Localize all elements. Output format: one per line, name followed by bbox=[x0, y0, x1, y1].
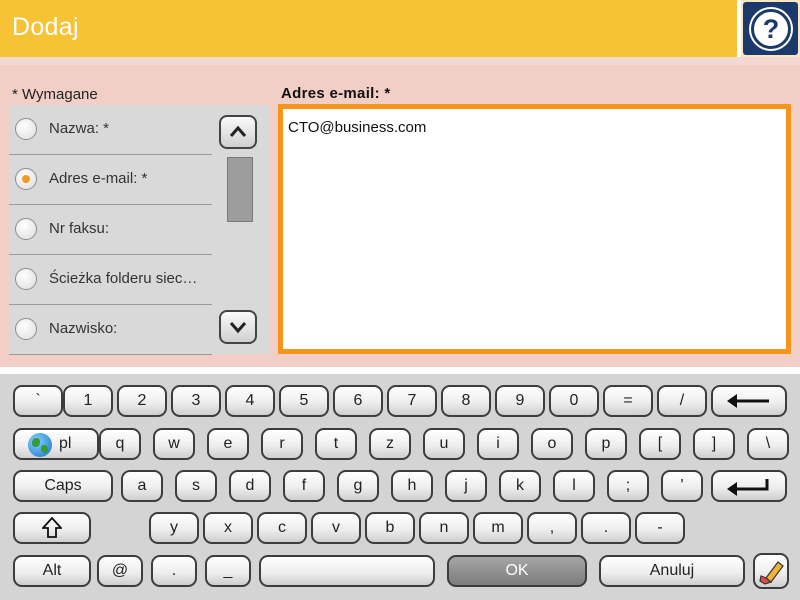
radio-button[interactable] bbox=[15, 268, 37, 290]
key-apostrophe[interactable]: ' bbox=[661, 470, 703, 502]
key-right-bracket[interactable]: ] bbox=[693, 428, 735, 460]
key-u[interactable]: u bbox=[423, 428, 465, 460]
key-a[interactable]: a bbox=[121, 470, 163, 502]
key-r[interactable]: r bbox=[261, 428, 303, 460]
globe-icon bbox=[28, 433, 52, 457]
key-backtick[interactable]: ` bbox=[13, 385, 63, 417]
key-comma[interactable]: , bbox=[527, 512, 577, 544]
scroll-up-icon bbox=[229, 125, 247, 137]
scroll-down-button[interactable] bbox=[219, 310, 257, 344]
key-v[interactable]: v bbox=[311, 512, 361, 544]
key-d[interactable]: d bbox=[229, 470, 271, 502]
key-0[interactable]: 0 bbox=[549, 385, 599, 417]
clear-button[interactable] bbox=[753, 553, 789, 589]
radio-button[interactable] bbox=[15, 118, 37, 140]
backspace-icon bbox=[727, 394, 769, 408]
key-j[interactable]: j bbox=[445, 470, 487, 502]
key-semicolon[interactable]: ; bbox=[607, 470, 649, 502]
radio-button-selected[interactable] bbox=[15, 168, 37, 190]
key-4[interactable]: 4 bbox=[225, 385, 275, 417]
list-item-email[interactable]: Adres e-mail: * bbox=[9, 155, 212, 205]
key-z[interactable]: z bbox=[369, 428, 411, 460]
backspace-key[interactable] bbox=[711, 385, 787, 417]
key-b[interactable]: b bbox=[365, 512, 415, 544]
list-item-label: Nr faksu: bbox=[49, 220, 110, 237]
caps-lock-key[interactable]: Caps bbox=[13, 470, 113, 502]
key-l[interactable]: l bbox=[553, 470, 595, 502]
space-key[interactable] bbox=[259, 555, 435, 587]
scroll-up-button[interactable] bbox=[219, 115, 257, 149]
key-at[interactable]: @ bbox=[97, 555, 143, 587]
key-2[interactable]: 2 bbox=[117, 385, 167, 417]
key-o[interactable]: o bbox=[531, 428, 573, 460]
key-e[interactable]: e bbox=[207, 428, 249, 460]
email-input[interactable]: CTO@business.com bbox=[278, 104, 791, 354]
key-left-bracket[interactable]: [ bbox=[639, 428, 681, 460]
key-5[interactable]: 5 bbox=[279, 385, 329, 417]
field-label: Adres e-mail: * bbox=[281, 85, 391, 102]
header-divider bbox=[0, 57, 800, 65]
key-equals[interactable]: = bbox=[603, 385, 653, 417]
key-q[interactable]: q bbox=[99, 428, 141, 460]
key-i[interactable]: i bbox=[477, 428, 519, 460]
list-item-fax[interactable]: Nr faksu: bbox=[9, 205, 212, 255]
key-hyphen[interactable]: - bbox=[635, 512, 685, 544]
help-button[interactable]: ? bbox=[743, 2, 798, 55]
list-item-label: Nazwisko: bbox=[49, 320, 118, 337]
key-backslash[interactable]: \ bbox=[747, 428, 789, 460]
key-9[interactable]: 9 bbox=[495, 385, 545, 417]
enter-key[interactable] bbox=[711, 470, 787, 502]
key-n[interactable]: n bbox=[419, 512, 469, 544]
key-slash[interactable]: / bbox=[657, 385, 707, 417]
radio-button[interactable] bbox=[15, 318, 37, 340]
list-item-label: Adres e-mail: * bbox=[49, 170, 148, 187]
scroll-thumb[interactable] bbox=[227, 157, 253, 222]
key-underscore[interactable]: _ bbox=[205, 555, 251, 587]
shift-key[interactable] bbox=[13, 512, 91, 544]
key-g[interactable]: g bbox=[337, 470, 379, 502]
page-title: Dodaj bbox=[12, 13, 79, 41]
key-x[interactable]: x bbox=[203, 512, 253, 544]
key-dot[interactable]: . bbox=[151, 555, 197, 587]
key-period[interactable]: . bbox=[581, 512, 631, 544]
key-6[interactable]: 6 bbox=[333, 385, 383, 417]
key-y[interactable]: y bbox=[149, 512, 199, 544]
cancel-button[interactable]: Anuluj bbox=[599, 555, 745, 587]
scroll-down-icon bbox=[229, 322, 247, 334]
key-h[interactable]: h bbox=[391, 470, 433, 502]
key-7[interactable]: 7 bbox=[387, 385, 437, 417]
key-3[interactable]: 3 bbox=[171, 385, 221, 417]
key-k[interactable]: k bbox=[499, 470, 541, 502]
list-item-surname[interactable]: Nazwisko: bbox=[9, 305, 212, 355]
list-scrollbar[interactable] bbox=[219, 115, 257, 345]
required-note: * Wymagane bbox=[12, 86, 98, 103]
key-s[interactable]: s bbox=[175, 470, 217, 502]
help-icon: ? bbox=[751, 9, 791, 49]
title-bar: Dodaj bbox=[0, 0, 737, 57]
key-p[interactable]: p bbox=[585, 428, 627, 460]
email-value: CTO@business.com bbox=[288, 119, 427, 136]
enter-icon bbox=[727, 479, 769, 496]
key-8[interactable]: 8 bbox=[441, 385, 491, 417]
ok-button[interactable]: OK bbox=[447, 555, 587, 587]
key-c[interactable]: c bbox=[257, 512, 307, 544]
list-item-name[interactable]: Nazwa: * bbox=[9, 105, 212, 155]
list-item-label: Nazwa: * bbox=[49, 120, 110, 137]
list-item-label: Ścieżka folderu siec… bbox=[49, 270, 198, 287]
clear-icon bbox=[759, 561, 784, 585]
key-t[interactable]: t bbox=[315, 428, 357, 460]
language-label: pl bbox=[59, 435, 72, 452]
radio-button[interactable] bbox=[15, 218, 37, 240]
keyboard-divider bbox=[0, 367, 800, 374]
key-1[interactable]: 1 bbox=[63, 385, 113, 417]
key-f[interactable]: f bbox=[283, 470, 325, 502]
shift-icon bbox=[42, 517, 62, 538]
key-w[interactable]: w bbox=[153, 428, 195, 460]
key-m[interactable]: m bbox=[473, 512, 523, 544]
list-item-network-folder[interactable]: Ścieżka folderu siec… bbox=[9, 255, 212, 305]
language-key[interactable]: pl bbox=[13, 428, 99, 460]
alt-key[interactable]: Alt bbox=[13, 555, 91, 587]
